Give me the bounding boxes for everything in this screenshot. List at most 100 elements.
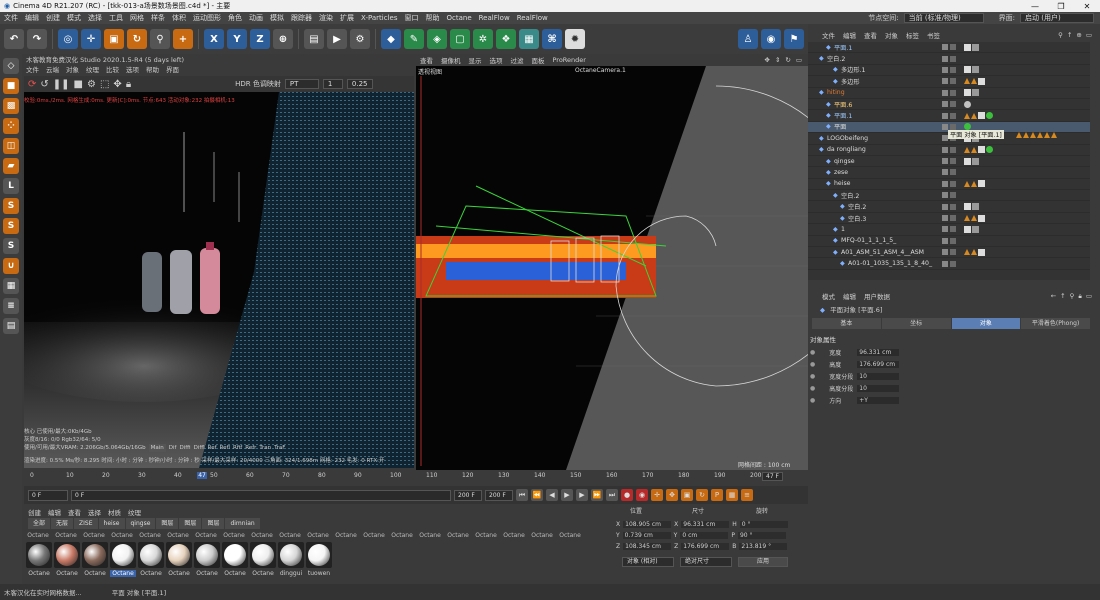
lv-menu-help[interactable]: 帮助 — [146, 64, 159, 74]
material-label[interactable]: Octane — [52, 532, 80, 539]
coords-mode-dropdown[interactable]: 对象 (相对) — [622, 556, 674, 567]
material-name[interactable]: Octane — [194, 570, 220, 577]
end-frame-field[interactable]: 200 F — [485, 489, 513, 501]
editor-visibility-icon[interactable] — [942, 101, 948, 108]
object-row[interactable]: ◆ qingse — [808, 156, 1090, 168]
menu-character[interactable]: 角色 — [228, 13, 242, 23]
editor-visibility-icon[interactable] — [942, 260, 948, 267]
visibility-toggles[interactable] — [942, 78, 956, 85]
mat-menu-material[interactable]: 材质 — [108, 507, 121, 517]
editor-visibility-icon[interactable] — [942, 192, 948, 199]
material-label[interactable]: Octane — [192, 532, 220, 539]
object-name[interactable]: 空白.3 — [848, 214, 866, 223]
pass-diffi-tab[interactable]: Diffi — [179, 444, 190, 452]
lv-pause-icon[interactable]: ❚❚ — [53, 79, 70, 90]
material-label[interactable]: Octane — [444, 532, 472, 539]
octane-tag-icon[interactable] — [964, 215, 970, 222]
material-name[interactable]: tuowen — [306, 570, 332, 577]
floor-icon[interactable]: ▦ — [519, 29, 539, 49]
lv-restart-icon[interactable]: ↺ — [40, 79, 48, 90]
mat-tab-qingse[interactable]: qingse — [125, 518, 156, 529]
am-lock-icon[interactable]: 🔒︎ — [1078, 292, 1081, 301]
menu-edit[interactable]: 编辑 — [25, 13, 39, 23]
material-swatch[interactable] — [110, 542, 136, 568]
prop-width-field[interactable]: 96.331 cm — [857, 348, 900, 356]
prop-width-seg-field[interactable]: 10 — [857, 372, 900, 380]
pos-z-field[interactable]: 108.345 cm — [623, 543, 672, 550]
scale-icon[interactable]: ▣ — [104, 29, 124, 49]
pass-refr-tab[interactable]: Refr — [245, 444, 256, 452]
material-name[interactable]: Octane — [82, 570, 108, 577]
menu-file[interactable]: 文件 — [4, 13, 18, 23]
menu-animate[interactable]: 动画 — [249, 13, 263, 23]
lv-menu-file[interactable]: 文件 — [26, 64, 39, 74]
object-row[interactable]: ◆ 空白.2 — [808, 53, 1090, 65]
lv-region-icon[interactable]: ⬚ — [100, 79, 109, 90]
object-row[interactable]: ◆ 1 — [808, 224, 1090, 236]
om-expand-icon[interactable]: ▭ — [1086, 31, 1092, 39]
vp-move-icon[interactable]: ✥ — [764, 56, 769, 64]
deformer-icon[interactable]: ❖ — [496, 29, 516, 49]
coordinate-system-icon[interactable]: ⊕ — [273, 29, 293, 49]
solo-icon[interactable]: ▤ — [3, 318, 19, 334]
vp-maximize-icon[interactable]: ▭ — [796, 56, 802, 64]
key-rotation-icon[interactable]: ↻ — [696, 489, 708, 501]
om-up-icon[interactable]: ↑ — [1067, 31, 1072, 39]
workplane-icon[interactable]: S — [3, 238, 19, 254]
live-viewer-render[interactable] — [24, 92, 414, 468]
am-new-icon[interactable]: ▭ — [1086, 292, 1092, 301]
visibility-toggles[interactable] — [942, 237, 956, 244]
timeline-ruler[interactable]: 0 10 20 30 40 50 60 70 80 90 100 110 120 130 140 150 160… — [30, 472, 790, 486]
visibility-toggles[interactable] — [942, 215, 956, 222]
material-label[interactable]: Octane — [80, 532, 108, 539]
render-visibility-icon[interactable] — [950, 215, 956, 222]
y-axis-lock-icon[interactable]: Y — [227, 29, 247, 49]
render-visibility-icon[interactable] — [950, 146, 956, 153]
lv-stop-icon[interactable]: ■ — [74, 79, 83, 90]
texture-tag-icon[interactable] — [972, 203, 979, 211]
render-visibility-icon[interactable] — [950, 192, 956, 199]
texture-tag-icon[interactable] — [964, 225, 971, 233]
octane-tag-icon[interactable] — [964, 78, 970, 85]
editor-visibility-icon[interactable] — [942, 237, 948, 244]
subdivision-icon[interactable]: ◈ — [427, 29, 447, 49]
render-visibility-icon[interactable] — [950, 203, 956, 210]
vp-menu-display[interactable]: 显示 — [469, 55, 482, 65]
render-visibility-icon[interactable] — [950, 260, 956, 267]
visibility-toggles[interactable] — [942, 112, 956, 119]
key-scale-icon[interactable]: ▣ — [681, 489, 693, 501]
object-name[interactable]: da rongliang — [827, 146, 866, 153]
mat-menu-select[interactable]: 选择 — [88, 507, 101, 517]
material-label[interactable]: Octane — [164, 532, 192, 539]
material-name[interactable]: Octane — [110, 570, 136, 577]
frame-display[interactable]: 47 F — [762, 472, 783, 481]
am-menu-edit[interactable]: 编辑 — [843, 291, 856, 301]
object-name[interactable]: 平面.1 — [834, 43, 852, 52]
material-label[interactable]: Octane — [360, 532, 388, 539]
tab-object[interactable]: 对象 — [951, 318, 1021, 329]
prop-height-field[interactable]: 176.699 cm — [857, 360, 900, 368]
material-swatch[interactable] — [26, 542, 52, 568]
object-name[interactable]: LOGObeifeng — [827, 135, 868, 142]
rotate-icon[interactable]: ↻ — [127, 29, 147, 49]
node-space-dropdown[interactable]: 当前 (标准/物理) — [903, 13, 984, 23]
object-name[interactable]: 平面 — [834, 122, 846, 131]
material-label[interactable]: Octane — [108, 532, 136, 539]
move-icon[interactable]: ✛ — [81, 29, 101, 49]
texture-tag-icon[interactable] — [972, 157, 979, 165]
material-label[interactable]: Octane — [332, 532, 360, 539]
lv-spin-field[interactable]: 1 — [322, 79, 343, 89]
render-view-icon[interactable]: ▤ — [304, 29, 324, 49]
material-swatch[interactable] — [82, 542, 108, 568]
pass-main-tab[interactable]: Main — [148, 444, 166, 452]
maximize-button[interactable]: ❐ — [1048, 2, 1074, 11]
octane-tag-icon[interactable] — [964, 112, 970, 119]
vp-rotate-icon[interactable]: ↻ — [785, 56, 790, 64]
pass-rfif-tab[interactable]: Rfif — [233, 444, 242, 452]
mat-tab-heise[interactable]: heise — [98, 518, 125, 529]
octane-icon[interactable]: ◉ — [761, 29, 781, 49]
object-row[interactable]: ◆ 多边形 — [808, 76, 1090, 88]
material-label[interactable]: Octane — [472, 532, 500, 539]
render-visibility-icon[interactable] — [950, 226, 956, 233]
minimize-button[interactable]: — — [1022, 2, 1048, 11]
